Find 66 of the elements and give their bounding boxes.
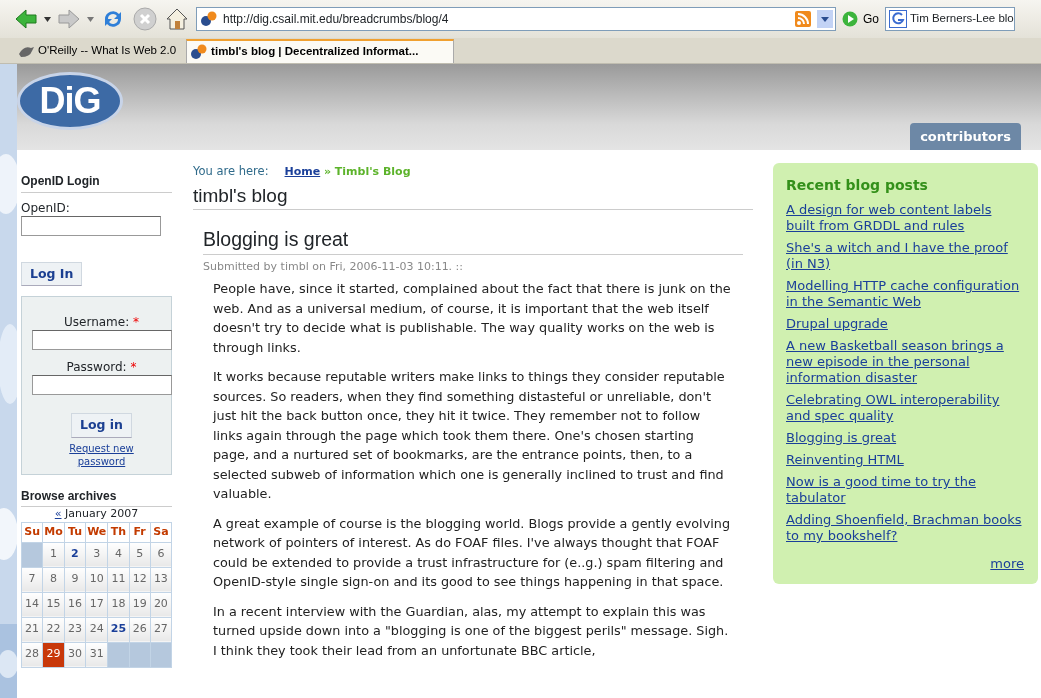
post-title: Blogging is great: [203, 228, 743, 255]
section-heading: OpenID Login: [21, 174, 172, 193]
login-button[interactable]: Log in: [70, 413, 132, 438]
address-bar[interactable]: http://dig.csail.mit.edu/breadcrumbs/blog/4: [196, 7, 836, 31]
go-button[interactable]: Go: [842, 10, 879, 28]
prev-month-link[interactable]: «: [54, 507, 62, 521]
calendar-day: 28: [21, 642, 43, 668]
nav-tab[interactable]: contributors: [910, 122, 1021, 150]
month-label: January 2007: [65, 507, 139, 521]
bird-icon: [18, 44, 34, 58]
post-meta: Submitted by: [203, 259, 278, 273]
browser-tab[interactable]: timbl's blog | Decentralized Informat...: [186, 39, 455, 63]
dropdown-icon[interactable]: [817, 10, 833, 28]
home-icon[interactable]: [164, 6, 190, 32]
site-icon: [191, 44, 208, 60]
weekday-header: Fr: [129, 522, 151, 543]
post-meta: on Fri, 2006-11-03 10:11. ::: [312, 259, 464, 273]
search-text: Tim Berners-Lee blo: [910, 11, 1014, 27]
post-link[interactable]: A design for web content labels built from GRDDL and rules: [786, 202, 1024, 234]
password-link[interactable]: Request new password: [56, 441, 147, 468]
weekday-header: Sa: [150, 522, 172, 543]
weekday-header: Mo: [42, 522, 65, 543]
field-label: Username: *: [63, 315, 140, 331]
openid-field[interactable]: [21, 216, 161, 237]
page-title: timbl's blog: [193, 180, 753, 211]
paragraph: In a recent interview with the Guardian, alas, my attempt to explain this was turned upside down into a "blogging is one of the biggest perils" message. Sigh. I think they took their lead from an unfortunate BBC article,: [213, 602, 730, 660]
back-icon[interactable]: [14, 7, 38, 31]
weekday-header: Th: [107, 522, 130, 543]
google-icon: [889, 10, 907, 28]
post-link[interactable]: Reinventing HTML: [786, 452, 1024, 468]
post-link[interactable]: Blogging is great: [786, 430, 1024, 446]
post-link[interactable]: Drupal upgrade: [786, 316, 1024, 332]
input-field[interactable]: [32, 330, 172, 351]
paragraph: People have, since it started, complained about the fact that there is junk on the web. And as a universal medium, of course, it is important that the web itself doesn't try to decide what is publishable. The way quality works on the web is through links.: [213, 280, 732, 357]
breadcrumb-current: » Timbl's Blog: [323, 165, 411, 178]
calendar-day: 14: [21, 592, 43, 618]
author-link[interactable]: timbl: [280, 259, 309, 273]
breadcrumb-label: You are here:: [193, 164, 269, 178]
breadcrumb-link[interactable]: Home: [284, 165, 321, 178]
field-label: OpenID:: [21, 200, 71, 217]
calendar-day: 21: [21, 617, 43, 643]
paragraph: It works because reputable writers make links to things they consider reputable sources. So readers, when they find something distasteful or unreliable, don't just hit the back button once, they hit it twice. They remember not to follow links again through the page which took them there. One's chosen starting page, and a nurtured set of bookmarks, are the entrance points, then, to a selected subweb of information which one is generally inclined to trust and find valuable.: [213, 368, 726, 504]
login-button[interactable]: Log In: [21, 262, 83, 287]
weekday-header: Tu: [64, 522, 86, 543]
site-logo[interactable]: DiG: [17, 72, 123, 130]
calendar-day: 7: [21, 567, 43, 593]
weekday-header: Su: [21, 522, 43, 543]
url-text: http://dig.csail.mit.edu/breadcrumbs/blog/4: [223, 11, 450, 28]
weekday-header: We: [85, 522, 108, 543]
panel-title: Recent blog posts: [786, 176, 929, 195]
browser-tab[interactable]: O'Reilly -- What Is Web 2.0: [14, 39, 185, 63]
post-link[interactable]: She's a witch and I have the proof (in N3): [786, 240, 1024, 272]
post-link[interactable]: A new Basketball season brings a new episode in the personal information disaster: [786, 338, 1024, 386]
post-link[interactable]: Modelling HTTP cache configuration in the Semantic Web: [786, 278, 1024, 310]
dropdown-icon[interactable]: [44, 16, 51, 22]
post-link[interactable]: Adding Shoenfield, Brachman books to my bookshelf?: [786, 512, 1024, 544]
field-label: Password: *: [65, 360, 138, 376]
section-heading: Browse archives: [21, 488, 172, 508]
play-icon: [842, 11, 858, 27]
post-link[interactable]: Now is a good time to try the tabulator: [786, 474, 1024, 506]
search-field[interactable]: Tim Berners-Lee blo: [885, 7, 1015, 31]
paragraph: A great example of course is the blogging world. Blogs provide a gently evolving network of pointers of interest. As do FOAF files. I've always thought that FOAF could be extended to provide a trust infrastructure for (e..g.) spam filtering and OpenID-style single sign-on and its good to see things happening in that space.: [213, 514, 732, 592]
more-link[interactable]: more: [786, 554, 1024, 574]
post-link[interactable]: Celebrating OWL interoperability and spec quality: [786, 392, 1024, 424]
input-field[interactable]: [32, 375, 172, 396]
site-icon: [201, 11, 217, 27]
